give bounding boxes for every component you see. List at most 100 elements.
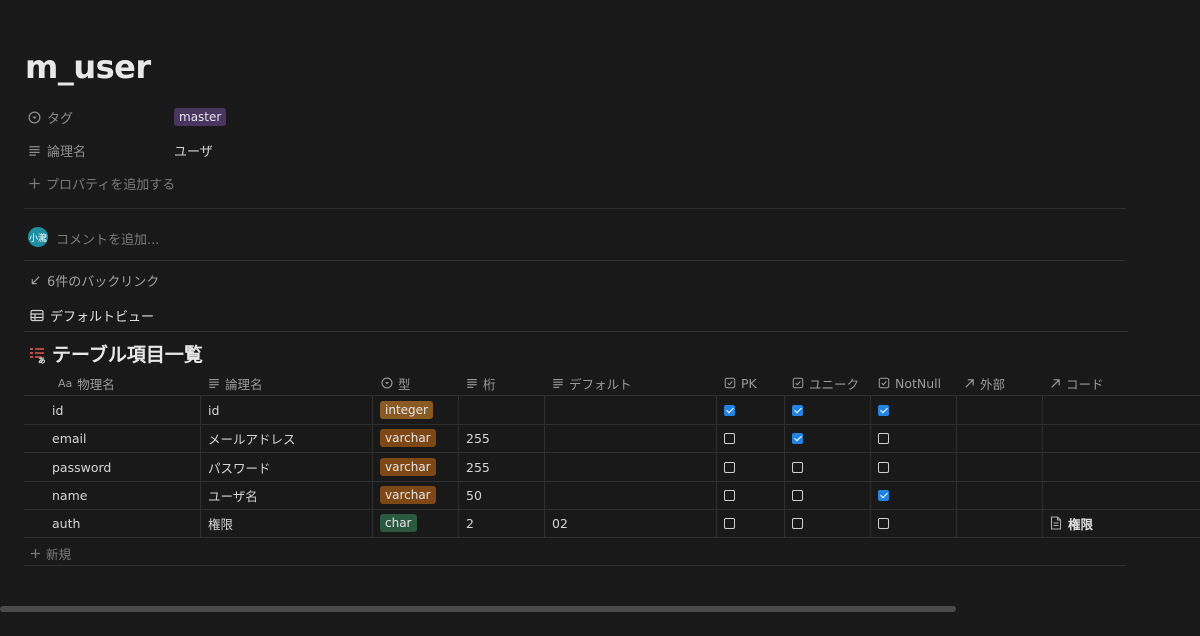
unique-checkbox[interactable] bbox=[792, 432, 803, 444]
cell-physical-name[interactable]: password bbox=[52, 453, 111, 481]
view-tab-default[interactable]: デフォルトビュー bbox=[30, 306, 154, 325]
column-divider bbox=[716, 395, 717, 537]
cell-notnull[interactable] bbox=[878, 396, 889, 424]
column-header-type[interactable]: 型 bbox=[381, 372, 411, 394]
cell-type[interactable]: varchar bbox=[380, 424, 436, 452]
horizontal-scrollbar[interactable] bbox=[0, 606, 956, 612]
notnull-checkbox[interactable] bbox=[878, 404, 889, 416]
column-header-physical-name[interactable]: Aa 物理名 bbox=[58, 372, 115, 394]
tag-select-icon bbox=[28, 111, 41, 124]
column-header-notnull[interactable]: NotNull bbox=[878, 372, 941, 394]
checkbox-icon bbox=[792, 377, 804, 389]
cell-notnull[interactable] bbox=[878, 424, 889, 452]
cell-physical-name[interactable]: email bbox=[52, 424, 86, 452]
plus-icon bbox=[28, 177, 41, 190]
text-lines-icon bbox=[28, 144, 41, 157]
column-header-digits[interactable]: 桁 bbox=[466, 372, 496, 394]
cell-digits[interactable]: 2 bbox=[466, 509, 474, 537]
cell-type[interactable]: varchar bbox=[380, 453, 436, 481]
cell-unique[interactable] bbox=[792, 396, 803, 424]
page-title[interactable]: m_user bbox=[25, 48, 151, 86]
cell-physical-name[interactable]: name bbox=[52, 481, 87, 509]
column-header-foreign[interactable]: 外部 bbox=[964, 372, 1005, 394]
divider bbox=[24, 208, 1126, 209]
property-logical-name[interactable]: 論理名 ユーザ bbox=[28, 139, 213, 161]
relation-link[interactable]: 権限 bbox=[1068, 514, 1093, 533]
cell-physical-name[interactable]: id bbox=[52, 396, 63, 424]
unique-checkbox[interactable] bbox=[792, 461, 803, 473]
unique-checkbox[interactable] bbox=[792, 404, 803, 416]
divider bbox=[24, 260, 1126, 261]
property-label: 論理名 bbox=[47, 144, 87, 160]
cell-digits[interactable]: 50 bbox=[466, 481, 482, 509]
pk-checkbox[interactable] bbox=[724, 489, 735, 501]
unique-checkbox[interactable] bbox=[792, 517, 803, 529]
relation-arrow-icon bbox=[964, 378, 975, 389]
notnull-checkbox[interactable] bbox=[878, 432, 889, 444]
property-value[interactable]: ユーザ bbox=[174, 141, 213, 160]
new-row-button[interactable]: 新規 bbox=[30, 544, 71, 563]
text-lines-icon bbox=[466, 377, 478, 389]
page-icon bbox=[1050, 516, 1062, 530]
column-divider bbox=[956, 395, 957, 537]
cell-pk[interactable] bbox=[724, 396, 735, 424]
cell-unique[interactable] bbox=[792, 481, 803, 509]
cell-logical-name[interactable]: パスワード bbox=[208, 453, 271, 481]
cell-type[interactable]: char bbox=[380, 509, 417, 537]
pk-checkbox[interactable] bbox=[724, 404, 735, 416]
relation-arrow-icon bbox=[1050, 378, 1061, 389]
cell-notnull[interactable] bbox=[878, 509, 889, 537]
pk-checkbox[interactable] bbox=[724, 432, 735, 444]
cell-unique[interactable] bbox=[792, 424, 803, 452]
type-tag: char bbox=[380, 514, 417, 532]
cell-physical-name[interactable]: auth bbox=[52, 509, 80, 537]
property-tag[interactable]: タグ master bbox=[28, 106, 227, 128]
notnull-checkbox[interactable] bbox=[878, 517, 889, 529]
cell-pk[interactable] bbox=[724, 481, 735, 509]
column-header-default[interactable]: デフォルト bbox=[552, 372, 632, 394]
comment-input[interactable]: コメントを追加... bbox=[56, 229, 159, 248]
cell-notnull[interactable] bbox=[878, 453, 889, 481]
database-title[interactable]: あ テーブル項目一覧 bbox=[28, 340, 203, 367]
property-label: タグ bbox=[47, 111, 74, 127]
cell-type[interactable]: integer bbox=[380, 396, 433, 424]
column-divider bbox=[1042, 395, 1043, 537]
table-icon bbox=[30, 309, 44, 322]
svg-text:あ: あ bbox=[38, 356, 46, 364]
unique-checkbox[interactable] bbox=[792, 489, 803, 501]
cell-logical-name[interactable]: 権限 bbox=[208, 509, 233, 537]
backlinks-button[interactable]: 6件のバックリンク bbox=[30, 271, 159, 290]
cell-notnull[interactable] bbox=[878, 481, 889, 509]
divider bbox=[24, 537, 1200, 538]
cell-logical-name[interactable]: ユーザ名 bbox=[208, 481, 258, 509]
title-property-icon: Aa bbox=[58, 376, 73, 390]
add-property-button[interactable]: プロパティを追加する bbox=[28, 172, 175, 194]
column-header-pk[interactable]: PK bbox=[724, 372, 757, 394]
cell-code[interactable]: 権限 bbox=[1050, 509, 1093, 537]
cell-default[interactable]: 02 bbox=[552, 509, 568, 537]
cell-digits[interactable]: 255 bbox=[466, 424, 490, 452]
tag-chip[interactable]: master bbox=[174, 108, 227, 126]
cell-pk[interactable] bbox=[724, 509, 735, 537]
plus-icon bbox=[30, 548, 41, 559]
cell-pk[interactable] bbox=[724, 424, 735, 452]
checkbox-icon bbox=[878, 377, 890, 389]
cell-pk[interactable] bbox=[724, 453, 735, 481]
notnull-checkbox[interactable] bbox=[878, 489, 889, 501]
text-lines-icon bbox=[208, 377, 220, 389]
cell-unique[interactable] bbox=[792, 509, 803, 537]
column-header-logical-name[interactable]: 論理名 bbox=[208, 372, 263, 394]
type-tag: varchar bbox=[380, 429, 436, 447]
column-header-code[interactable]: コード bbox=[1050, 372, 1104, 394]
pk-checkbox[interactable] bbox=[724, 461, 735, 473]
cell-logical-name[interactable]: id bbox=[208, 396, 219, 424]
notnull-checkbox[interactable] bbox=[878, 461, 889, 473]
column-header-unique[interactable]: ユニーク bbox=[792, 372, 859, 394]
cell-digits[interactable]: 255 bbox=[466, 453, 490, 481]
column-divider bbox=[870, 395, 871, 537]
column-divider bbox=[458, 395, 459, 537]
cell-logical-name[interactable]: メールアドレス bbox=[208, 424, 296, 452]
cell-unique[interactable] bbox=[792, 453, 803, 481]
cell-type[interactable]: varchar bbox=[380, 481, 436, 509]
pk-checkbox[interactable] bbox=[724, 517, 735, 529]
